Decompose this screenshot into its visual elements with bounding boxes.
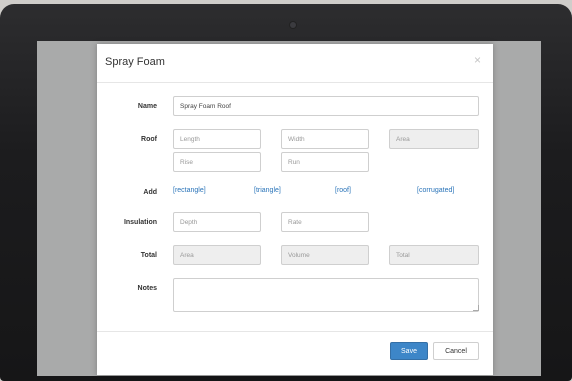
resize-grip-icon[interactable]	[473, 305, 479, 311]
add-label: Add	[143, 189, 157, 196]
add-roof-link[interactable]: [roof]	[335, 187, 351, 194]
roof-length-input[interactable]: Length	[173, 129, 261, 149]
dialog-title: Spray Foam	[105, 56, 165, 68]
dialog-header: Spray Foam ×	[97, 44, 493, 83]
total-label: Total	[140, 252, 157, 259]
tablet-screen: Spray Foam × Name Spray Foam Roof Roof L…	[37, 41, 541, 376]
add-rectangle-link[interactable]: [rectangle]	[173, 187, 206, 194]
spray-foam-dialog: Spray Foam × Name Spray Foam Roof Roof L…	[97, 44, 493, 375]
save-button[interactable]: Save	[390, 342, 428, 360]
add-triangle-link[interactable]: [triangle]	[254, 187, 281, 194]
camera-icon	[290, 22, 296, 28]
insulation-label: Insulation	[123, 219, 157, 226]
roof-rise-input[interactable]: Rise	[173, 152, 261, 172]
roof-area-input: Area	[389, 129, 479, 149]
add-corrugated-link[interactable]: [corrugated]	[417, 187, 454, 194]
tablet-bezel: Spray Foam × Name Spray Foam Roof Roof L…	[0, 4, 572, 381]
dialog-footer	[97, 331, 493, 332]
roof-width-input[interactable]: Width	[281, 129, 369, 149]
total-total-input: Total	[389, 245, 479, 265]
roof-label: Roof	[141, 136, 157, 143]
notes-textarea[interactable]	[173, 278, 479, 312]
name-label: Name	[137, 103, 157, 110]
insulation-rate-input[interactable]: Rate	[281, 212, 369, 232]
insulation-depth-input[interactable]: Depth	[173, 212, 261, 232]
total-volume-input: Volume	[281, 245, 369, 265]
total-area-input: Area	[173, 245, 261, 265]
name-input[interactable]: Spray Foam Roof	[173, 96, 479, 116]
notes-label: Notes	[137, 285, 157, 292]
roof-run-input[interactable]: Run	[281, 152, 369, 172]
close-icon[interactable]: ×	[474, 53, 481, 67]
cancel-button[interactable]: Cancel	[433, 342, 479, 360]
